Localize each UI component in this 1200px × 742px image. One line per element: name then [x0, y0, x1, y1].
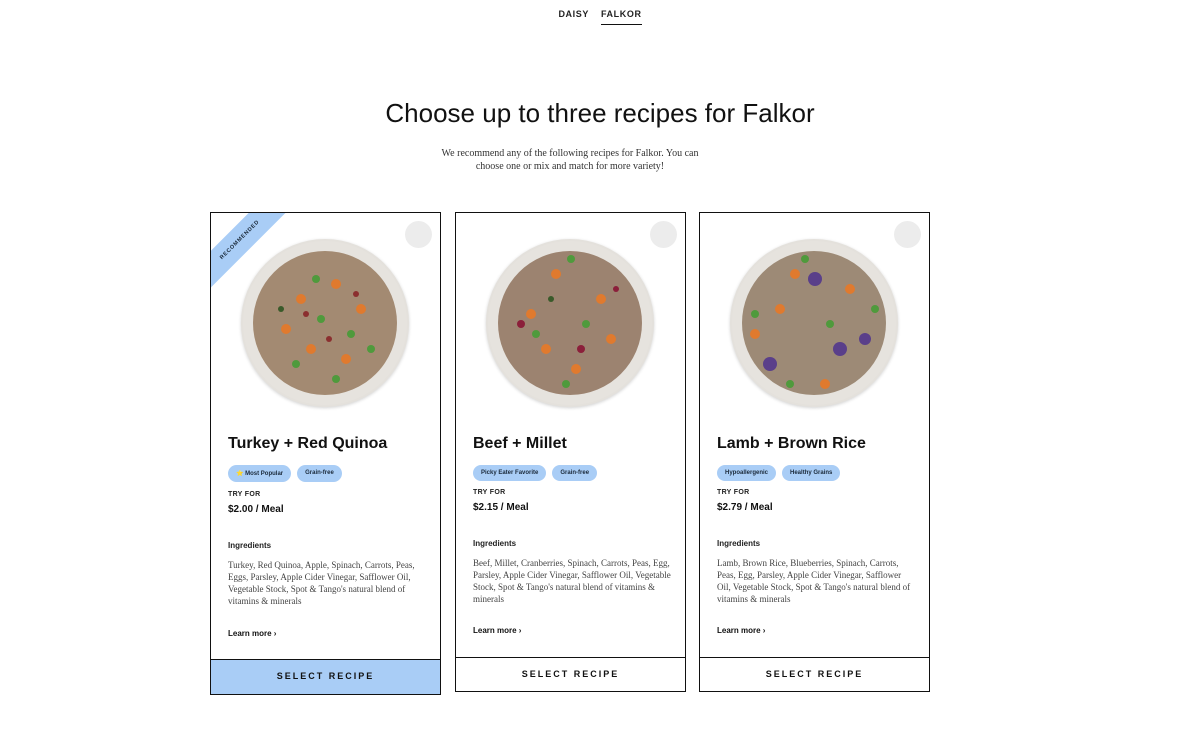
price-per-meal: $2.79 / Meal	[717, 502, 773, 513]
select-recipe-button[interactable]: SELECT RECIPE	[456, 657, 685, 691]
page-title: Choose up to three recipes for Falkor	[385, 98, 815, 128]
tab-falkor[interactable]: FALKOR	[600, 9, 642, 25]
food-bowl-image	[730, 239, 898, 407]
recipe-name: Beef + Millet	[473, 435, 567, 452]
learn-more-link[interactable]: Learn more ›	[473, 626, 521, 635]
recipe-badges: Picky Eater Favorite Grain-free	[473, 465, 598, 481]
recipe-badges: ⭐ Most Popular Grain-free	[228, 465, 342, 482]
recipe-name: Lamb + Brown Rice	[717, 435, 866, 452]
page-subtitle: We recommend any of the following recipe…	[441, 148, 699, 172]
recipe-name: Turkey + Red Quinoa	[228, 435, 388, 452]
ingredients-heading: Ingredients	[228, 541, 272, 550]
price-per-meal: $2.00 / Meal	[228, 504, 284, 515]
select-recipe-button[interactable]: SELECT RECIPE	[211, 659, 440, 694]
learn-more-link[interactable]: Learn more ›	[228, 629, 276, 638]
select-circle-icon[interactable]	[405, 221, 432, 248]
badge-most-popular: ⭐ Most Popular	[228, 465, 292, 482]
ingredients-list: Lamb, Brown Rice, Blueberries, Spinach, …	[717, 558, 911, 604]
learn-more-link[interactable]: Learn more ›	[717, 626, 765, 635]
ingredients-heading: Ingredients	[473, 539, 517, 548]
badge-hypoallergenic: Hypoallergenic	[717, 465, 777, 481]
recipe-card-turkey[interactable]: RECOMMENDED Turkey + Red Quinoa ⭐ Most P…	[210, 212, 441, 695]
try-for-label: TRY FOR	[228, 491, 261, 498]
select-circle-icon[interactable]	[650, 221, 677, 248]
food-bowl-image	[241, 239, 409, 407]
recipe-card-lamb[interactable]: Lamb + Brown Rice Hypoallergenic Healthy…	[699, 212, 930, 692]
badge-healthy-grains: Healthy Grains	[782, 465, 841, 481]
select-circle-icon[interactable]	[894, 221, 921, 248]
ingredients-list: Beef, Millet, Cranberries, Spinach, Carr…	[473, 558, 671, 604]
badge-picky-eater-favorite: Picky Eater Favorite	[473, 465, 547, 481]
badge-grain-free: Grain-free	[552, 465, 598, 481]
recipe-badges: Hypoallergenic Healthy Grains	[717, 465, 841, 481]
try-for-label: TRY FOR	[473, 489, 506, 496]
ingredients-heading: Ingredients	[717, 539, 761, 548]
try-for-label: TRY FOR	[717, 489, 750, 496]
food-bowl-image	[486, 239, 654, 407]
tab-daisy[interactable]: DAISY	[558, 9, 589, 25]
ingredients-list: Turkey, Red Quinoa, Apple, Spinach, Carr…	[228, 560, 415, 606]
select-recipe-button[interactable]: SELECT RECIPE	[700, 657, 929, 691]
recipe-card-beef[interactable]: Beef + Millet Picky Eater Favorite Grain…	[455, 212, 686, 692]
dog-tabs: DAISY FALKOR	[0, 9, 1200, 25]
price-per-meal: $2.15 / Meal	[473, 502, 529, 513]
badge-grain-free: Grain-free	[297, 465, 342, 482]
